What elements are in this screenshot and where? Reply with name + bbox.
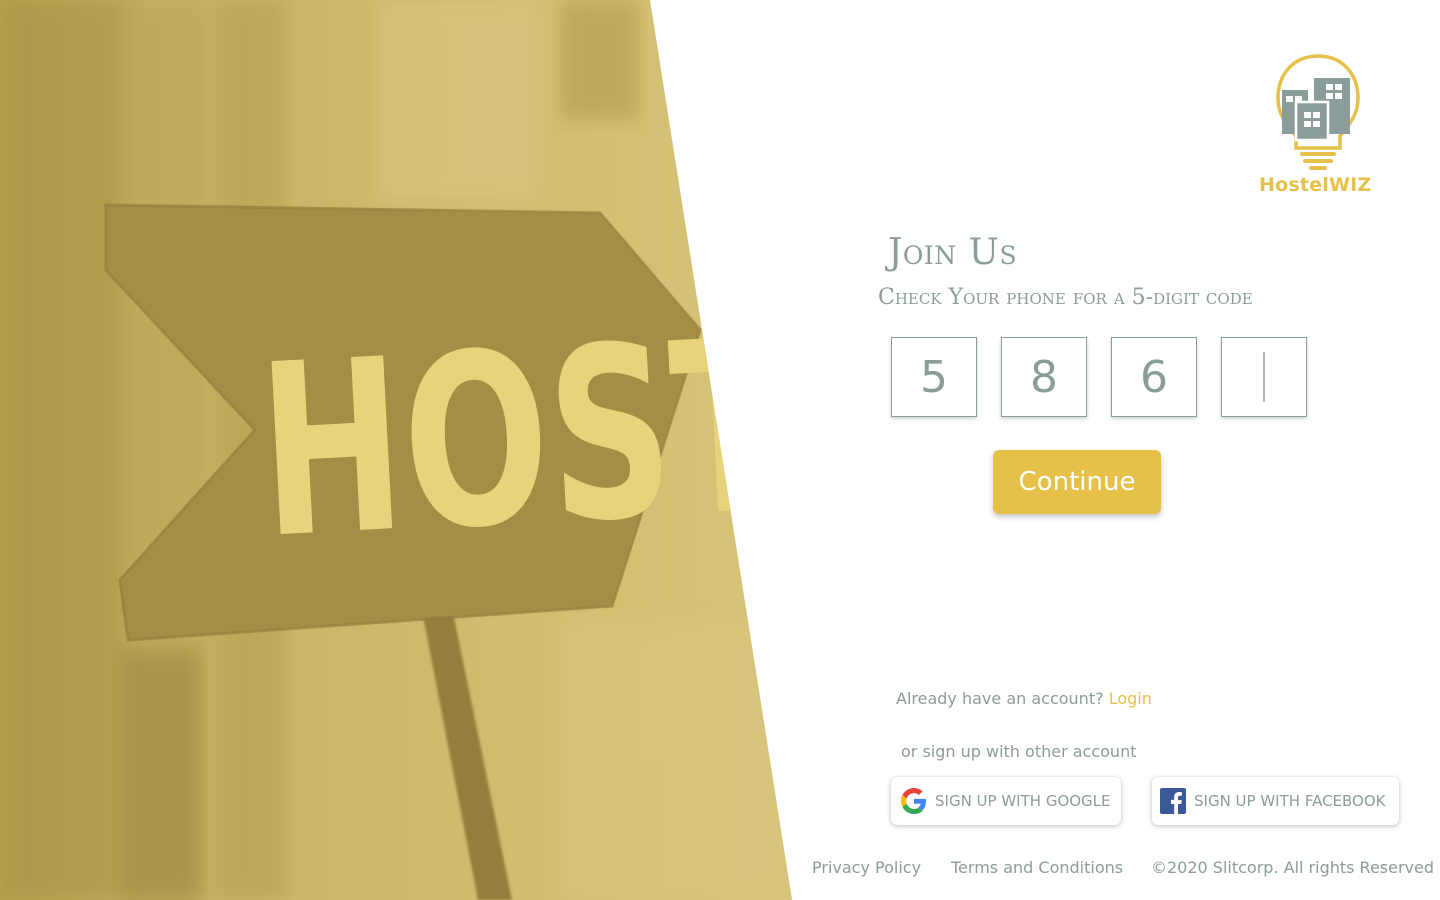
code-digit-3[interactable]: 6: [1111, 337, 1197, 417]
verification-code-input: 5 8 6: [891, 337, 1311, 417]
copyright-text: ©2020 Slitcorp. All rights Reserved: [1151, 858, 1435, 877]
brand-name-part2: WIZ: [1328, 174, 1372, 196]
google-signup-label: SIGN UP WITH GOOGLE: [935, 792, 1111, 810]
brand-wordmark: HostelWIZ: [1259, 174, 1389, 196]
continue-button[interactable]: Continue: [993, 450, 1161, 514]
login-prompt-text: Already have an account?: [896, 689, 1104, 708]
hero-sign-text: HOSTEL: [253, 275, 800, 591]
facebook-signup-label: SIGN UP WITH FACEBOOK: [1194, 792, 1386, 810]
privacy-policy-link[interactable]: Privacy Policy: [812, 858, 921, 877]
code-digit-2[interactable]: 8: [1001, 337, 1087, 417]
hero-photo: HOSTEL: [0, 0, 800, 900]
hero-image: HOSTEL: [0, 0, 800, 900]
code-digit-1[interactable]: 5: [891, 337, 977, 417]
google-signup-button[interactable]: SIGN UP WITH GOOGLE: [891, 777, 1121, 825]
facebook-icon: [1160, 788, 1186, 814]
text-caret: [1263, 352, 1265, 402]
other-account-text: or sign up with other account: [901, 742, 1137, 761]
code-digit-4[interactable]: [1221, 337, 1307, 417]
google-icon: [901, 788, 927, 814]
brand-name-part1: Hostel: [1259, 174, 1329, 196]
login-prompt: Already have an account? Login: [896, 689, 1152, 708]
page-subtitle: Check Your phone for a 5-digit code: [878, 285, 1253, 310]
login-link[interactable]: Login: [1109, 689, 1152, 708]
terms-link[interactable]: Terms and Conditions: [951, 858, 1123, 877]
facebook-signup-button[interactable]: SIGN UP WITH FACEBOOK: [1152, 777, 1399, 825]
page-title: Join Us: [888, 232, 1018, 273]
